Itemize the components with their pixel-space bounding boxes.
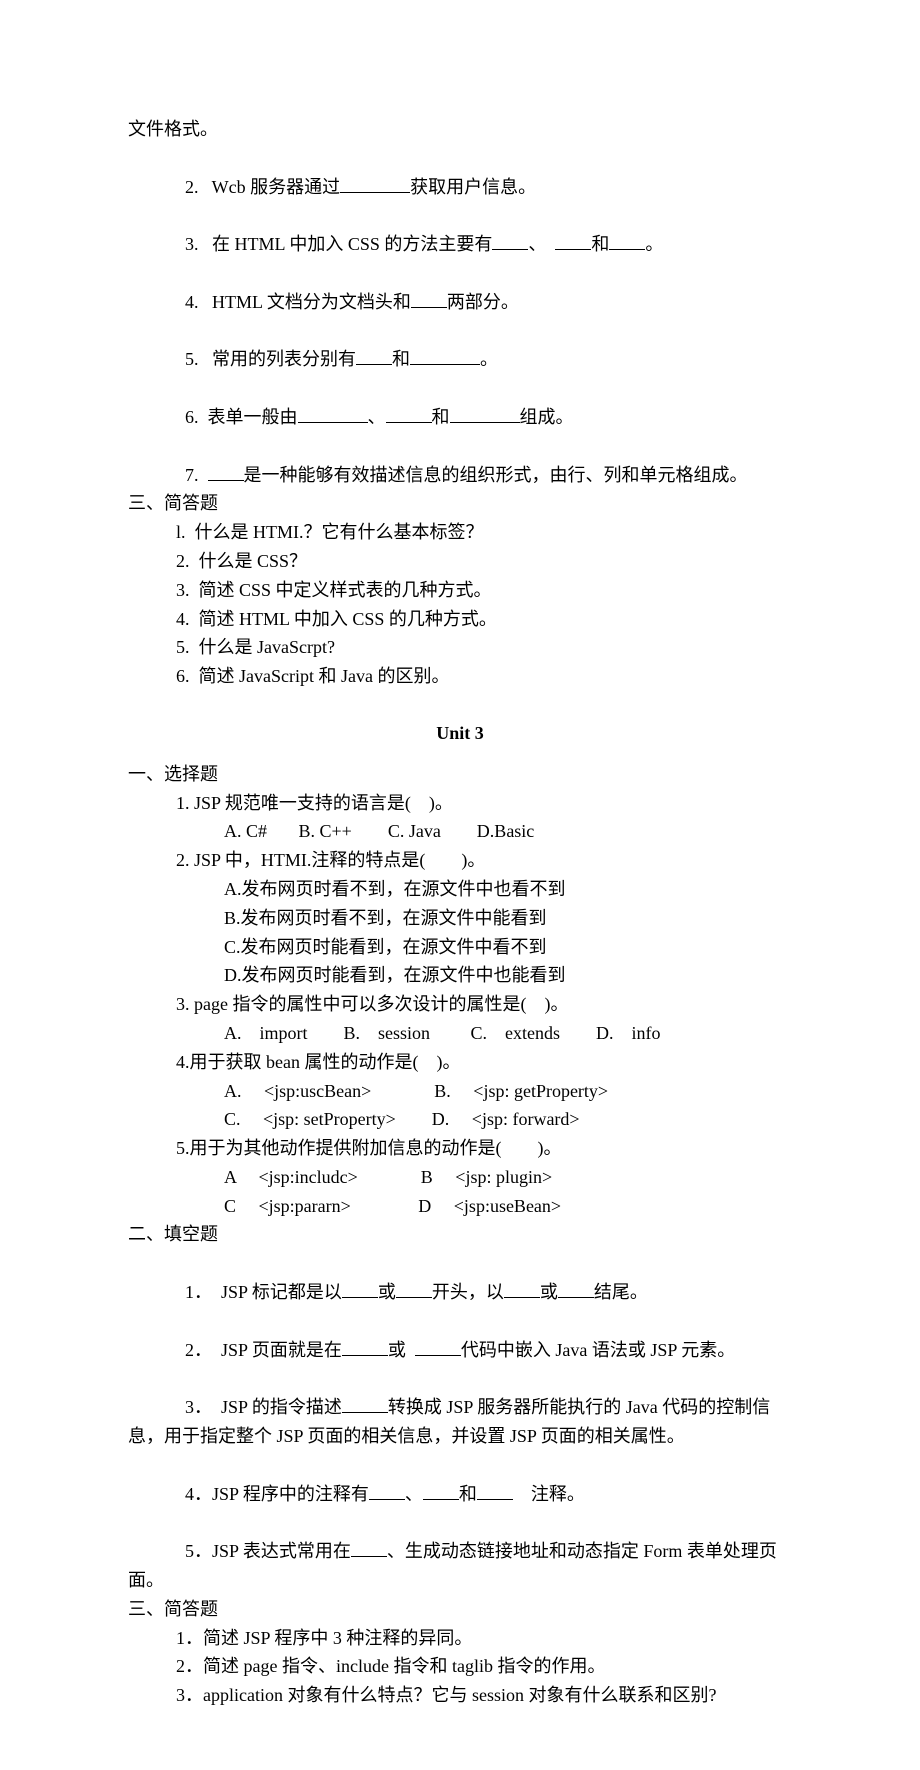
mcq-options: A. <jsp:uscBean> B. <jsp: getProperty> (128, 1077, 792, 1106)
text-fragment: 7. (185, 465, 208, 485)
mcq-option: A.发布网页时看不到，在源文件中也看不到 (128, 875, 792, 904)
text-fragment: 注释。 (513, 1484, 585, 1504)
mcq-item: 4.用于获取 bean 属性的动作是( )。 (128, 1048, 792, 1077)
text-fragment: 。 (480, 349, 498, 369)
fill-blank-item: 3． JSP 的指令描述 转换成 JSP 服务器所能执行的 Java 代码的控制信 (128, 1364, 792, 1422)
text-fragment: 和 (591, 234, 609, 254)
fill-blank-item: 4. HTML 文档分为文档头和 两部分。 (128, 259, 792, 317)
blank-field[interactable] (492, 232, 528, 250)
section-title: 二、填空题 (128, 1220, 792, 1249)
blank-field[interactable] (208, 463, 244, 481)
blank-field[interactable] (356, 347, 392, 365)
blank-field[interactable] (386, 405, 432, 423)
blank-field[interactable] (423, 1482, 459, 1500)
blank-field[interactable] (340, 175, 410, 193)
text-fragment: 4. HTML 文档分为文档头和 (185, 292, 411, 312)
text-fragment: 2． JSP 页面就是在 (185, 1340, 342, 1360)
text-fragment: 、 (528, 234, 546, 254)
question-item: 2. 什么是 CSS？ (128, 547, 792, 576)
mcq-options: C. <jsp: setProperty> D. <jsp: forward> (128, 1105, 792, 1134)
text-fragment: 或 (378, 1282, 396, 1302)
fill-blank-item: 2. Wcb 服务器通过 获取用户信息。 (128, 144, 792, 202)
text-fragment: 2. Wcb 服务器通过 (185, 177, 340, 197)
section-title: 三、简答题 (128, 1595, 792, 1624)
blank-field[interactable] (450, 405, 520, 423)
blank-field[interactable] (477, 1482, 513, 1500)
text-fragment: 转换成 JSP 服务器所能执行的 Java 代码的控制信 (388, 1397, 770, 1417)
question-item: 5. 什么是 JavaScrpt? (128, 633, 792, 662)
text-fragment: 和 (392, 349, 410, 369)
fill-blank-item: 6. 表单一般由 、 和 组成。 (128, 374, 792, 432)
text-fragment: 、 (368, 407, 386, 427)
text-fragment: 组成。 (520, 407, 574, 427)
text-fragment: 6. 表单一般由 (185, 407, 298, 427)
text-line: 文件格式。 (128, 115, 792, 144)
question-item: 1．简述 JSP 程序中 3 种注释的异同。 (128, 1624, 792, 1653)
mcq-item: 1. JSP 规范唯一支持的语言是( )。 (128, 789, 792, 818)
mcq-option: C.发布网页时能看到，在源文件中看不到 (128, 933, 792, 962)
mcq-options: A. import B. session C. extends D. info (128, 1019, 792, 1048)
text-fragment: 或 (540, 1282, 558, 1302)
unit-header: Unit 3 (128, 719, 792, 748)
mcq-option: D.发布网页时能看到，在源文件中也能看到 (128, 961, 792, 990)
text-fragment: 两部分。 (447, 292, 519, 312)
blank-field[interactable] (609, 232, 645, 250)
blank-field[interactable] (342, 1280, 378, 1298)
text-fragment: 1． JSP 标记都是以 (185, 1282, 342, 1302)
text-fragment: 5．JSP 表达式常用在 (185, 1541, 351, 1561)
question-item: 4. 简述 HTML 中加入 CSS 的几种方式。 (128, 605, 792, 634)
question-item: l. 什么是 HTMI.？它有什么基本标签？ (128, 518, 792, 547)
blank-field[interactable] (504, 1280, 540, 1298)
text-fragment: 是一种能够有效描述信息的组织形式，由行、列和单元格组成。 (244, 465, 748, 485)
question-item: 2．简述 page 指令、include 指令和 taglib 指令的作用。 (128, 1652, 792, 1681)
mcq-options: C <jsp:pararn> D <jsp:useBean> (128, 1192, 792, 1221)
text-fragment: 3． JSP 的指令描述 (185, 1397, 342, 1417)
mcq-option: B.发布网页时看不到，在源文件中能看到 (128, 904, 792, 933)
blank-field[interactable] (298, 405, 368, 423)
question-item: 6. 简述 JavaScript 和 Java 的区别。 (128, 662, 792, 691)
blank-field[interactable] (351, 1539, 387, 1557)
text-fragment: 和 (459, 1484, 477, 1504)
fill-blank-item: 5．JSP 表达式常用在 、生成动态链接地址和动态指定 Form 表单处理页 (128, 1508, 792, 1566)
fill-blank-item: 4．JSP 程序中的注释有 、 和 注释。 (128, 1451, 792, 1509)
blank-field[interactable] (411, 290, 447, 308)
blank-field[interactable] (396, 1280, 432, 1298)
text-line: 息，用于指定整个 JSP 页面的相关信息，并设置 JSP 页面的相关属性。 (128, 1422, 792, 1451)
text-fragment: 和 (432, 407, 450, 427)
fill-blank-item: 7. 是一种能够有效描述信息的组织形式，由行、列和单元格组成。 (128, 432, 792, 490)
text-fragment: 。 (645, 234, 663, 254)
text-line: 面。 (128, 1566, 792, 1595)
fill-blank-item: 2． JSP 页面就是在 或 代码中嵌入 Java 语法或 JSP 元素。 (128, 1307, 792, 1365)
mcq-options: A <jsp:includc> B <jsp: plugin> (128, 1163, 792, 1192)
text-fragment: 、 (405, 1484, 423, 1504)
blank-field[interactable] (369, 1482, 405, 1500)
fill-blank-item: 1． JSP 标记都是以 或 开头，以 或 结尾。 (128, 1249, 792, 1307)
text-fragment: 或 (388, 1340, 415, 1360)
mcq-item: 2. JSP 中，HTMI.注释的特点是( )。 (128, 846, 792, 875)
text-fragment: 开头，以 (432, 1282, 504, 1302)
text-fragment: 结尾。 (594, 1282, 648, 1302)
blank-field[interactable] (342, 1395, 388, 1413)
fill-blank-item: 5. 常用的列表分别有 和 。 (128, 317, 792, 375)
mcq-item: 3. page 指令的属性中可以多次设计的属性是( )。 (128, 990, 792, 1019)
question-item: 3. 简述 CSS 中定义样式表的几种方式。 (128, 576, 792, 605)
blank-field[interactable] (342, 1338, 388, 1356)
blank-field[interactable] (555, 232, 591, 250)
question-item: 3．application 对象有什么特点？它与 session 对象有什么联系… (128, 1681, 792, 1710)
mcq-item: 5.用于为其他动作提供附加信息的动作是( )。 (128, 1134, 792, 1163)
text-fragment: 3. 在 HTML 中加入 CSS 的方法主要有 (185, 234, 492, 254)
text-fragment: 获取用户信息。 (410, 177, 536, 197)
text-fragment: 、生成动态链接地址和动态指定 Form 表单处理页 (387, 1541, 777, 1561)
mcq-options: A. C# B. C++ C. Java D.Basic (128, 817, 792, 846)
section-title: 三、简答题 (128, 489, 792, 518)
text-fragment: 4．JSP 程序中的注释有 (185, 1484, 369, 1504)
fill-blank-item: 3. 在 HTML 中加入 CSS 的方法主要有 、 和 。 (128, 201, 792, 259)
blank-field[interactable] (410, 347, 480, 365)
text-fragment: 5. 常用的列表分别有 (185, 349, 356, 369)
blank-field[interactable] (558, 1280, 594, 1298)
section-title: 一、选择题 (128, 760, 792, 789)
text-fragment: 代码中嵌入 Java 语法或 JSP 元素。 (461, 1340, 735, 1360)
blank-field[interactable] (415, 1338, 461, 1356)
